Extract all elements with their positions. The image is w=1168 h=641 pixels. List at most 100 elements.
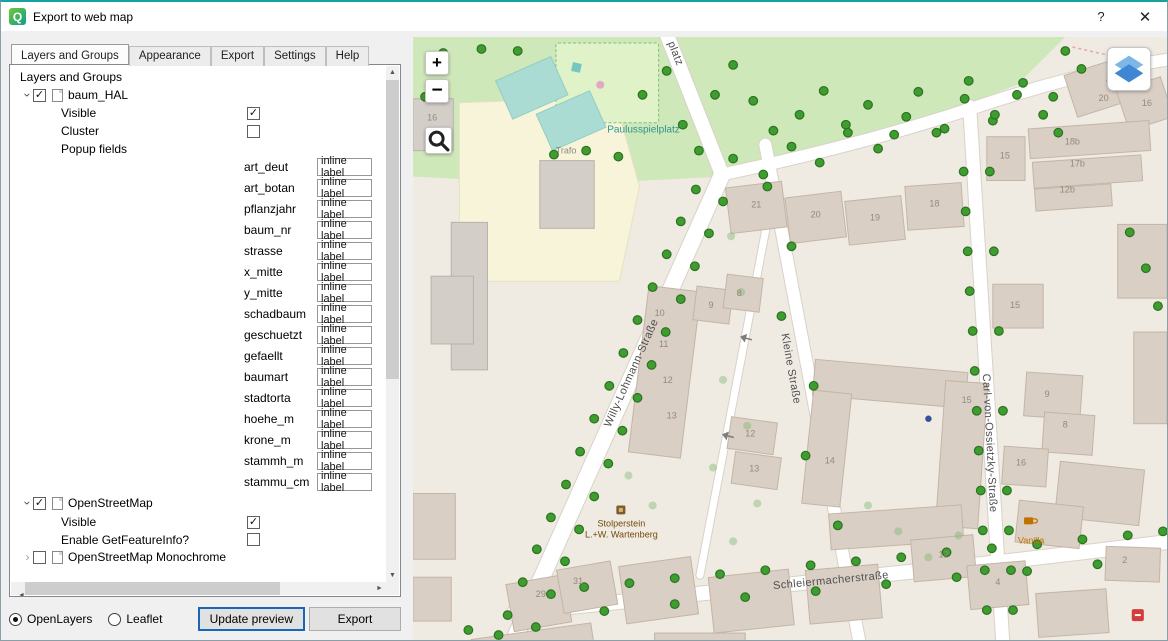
- popup-field-row: stammu_cminline label: [11, 472, 385, 493]
- house-number: 12: [938, 549, 948, 559]
- house-number: 15: [1010, 300, 1020, 310]
- popup-field-combo[interactable]: inline label: [317, 305, 372, 323]
- radio-openlayers[interactable]: OpenLayers: [9, 612, 92, 626]
- visible-checkbox[interactable]: [247, 107, 260, 120]
- radio-dot-icon[interactable]: [9, 613, 22, 626]
- map-preview-pane[interactable]: 162120191820161518b17b12b101112139812131…: [413, 37, 1167, 640]
- popup-field-combo[interactable]: inline label: [317, 452, 372, 470]
- getfeatureinfo-checkbox[interactable]: [247, 533, 260, 546]
- tree-marker: [561, 557, 570, 566]
- update-preview-button[interactable]: Update preview: [198, 607, 305, 631]
- tab-help[interactable]: Help: [326, 46, 370, 66]
- tree-marker: [864, 100, 873, 109]
- popup-field-combo[interactable]: inline label: [317, 473, 372, 491]
- title-bar: Q Export to web map ? ✕: [1, 2, 1167, 31]
- popup-field-name: pflanzjahr: [244, 202, 296, 216]
- layer-checkbox[interactable]: [33, 89, 46, 102]
- tree-marker: [691, 262, 700, 271]
- visible-checkbox[interactable]: [247, 516, 260, 529]
- layer-row-openstreetmap-monochrome[interactable]: › OpenStreetMap Monochrome: [11, 548, 385, 566]
- popup-field-combo[interactable]: inline label: [317, 158, 372, 176]
- tree-marker: [787, 242, 796, 251]
- tab-settings[interactable]: Settings: [264, 46, 326, 66]
- popup-field-combo[interactable]: inline label: [317, 200, 372, 218]
- tab-export[interactable]: Export: [211, 46, 264, 66]
- tab-layers-and-groups[interactable]: Layers and Groups: [11, 44, 129, 64]
- option-row-getfeatureinfo: Enable GetFeatureInfo?: [11, 531, 385, 548]
- scroll-up-arrow-icon[interactable]: ▲: [386, 66, 399, 79]
- popup-field-combo[interactable]: inline label: [317, 368, 372, 386]
- popup-field-row: pflanzjahr inline label: [11, 199, 385, 220]
- popup-field-combo[interactable]: inline label: [317, 179, 372, 197]
- house-number: 12: [663, 375, 673, 385]
- scroll-right-arrow-icon[interactable]: ►: [373, 582, 386, 595]
- layer-file-icon: [52, 551, 63, 564]
- popup-field-name: geschuetzt: [244, 328, 302, 342]
- house-number: 8: [1063, 420, 1068, 430]
- tree-marker-faded: [894, 527, 902, 535]
- house-number: 2: [1122, 555, 1127, 565]
- popup-field-row: art_deutinline label: [11, 157, 385, 178]
- layer-checkbox[interactable]: [33, 551, 46, 564]
- close-button[interactable]: ✕: [1123, 2, 1167, 31]
- popup-field-combo[interactable]: inline label: [317, 389, 372, 407]
- collapse-chevron-icon[interactable]: ›: [21, 498, 35, 509]
- tab-appearance[interactable]: Appearance: [129, 46, 211, 66]
- collapse-chevron-icon[interactable]: ›: [21, 90, 35, 101]
- tree-marker: [801, 451, 810, 460]
- tree-marker: [1007, 566, 1016, 575]
- house-number: 20: [811, 209, 821, 219]
- house-number: 9: [708, 300, 713, 310]
- expand-chevron-icon[interactable]: ›: [22, 550, 33, 564]
- popup-field-row: strasseinline label: [11, 241, 385, 262]
- tree-marker: [575, 525, 584, 534]
- popup-field-combo[interactable]: inline label: [317, 263, 372, 281]
- scroll-down-arrow-icon[interactable]: ▼: [386, 569, 399, 582]
- layer-name: OpenStreetMap Monochrome: [68, 550, 226, 564]
- layer-name: OpenStreetMap: [68, 496, 153, 510]
- export-button[interactable]: Export: [309, 607, 401, 631]
- popup-field-row: gefaelltinline label: [11, 346, 385, 367]
- tree-marker: [1005, 526, 1014, 535]
- help-button[interactable]: ?: [1079, 2, 1123, 31]
- layer-row-openstreetmap[interactable]: › OpenStreetMap: [11, 493, 385, 513]
- map-preview-svg[interactable]: 162120191820161518b17b12b101112139812131…: [413, 37, 1167, 640]
- shop-icon-glyph: [1135, 614, 1141, 616]
- tree-marker-faded: [729, 537, 737, 545]
- horizontal-scroll-thumb[interactable]: [25, 582, 280, 595]
- vertical-scrollbar[interactable]: ▲ ▼: [386, 66, 399, 582]
- house-number: 12b: [1060, 185, 1075, 195]
- tree-marker: [647, 361, 656, 370]
- popup-field-row: krone_minline label: [11, 430, 385, 451]
- layer-row-baum-hal[interactable]: › baum_HAL: [11, 86, 385, 104]
- popup-field-combo[interactable]: inline label: [317, 242, 372, 260]
- popup-field-combo[interactable]: inline label: [317, 410, 372, 428]
- cluster-checkbox[interactable]: [247, 125, 260, 138]
- house-number: 8: [737, 288, 742, 298]
- layer-checkbox[interactable]: [33, 497, 46, 510]
- horizontal-scrollbar[interactable]: ◄ ►: [11, 582, 386, 595]
- search-button[interactable]: [425, 127, 452, 154]
- house-number: 16: [427, 113, 437, 123]
- radio-dot-icon[interactable]: [108, 613, 121, 626]
- left-panel: Layers and GroupsAppearanceExportSetting…: [1, 31, 407, 640]
- popup-field-combo[interactable]: inline label: [317, 326, 372, 344]
- zoom-out-button[interactable]: −: [425, 79, 449, 103]
- tree-marker: [618, 426, 627, 435]
- zoom-in-button[interactable]: +: [425, 51, 449, 75]
- house-number: 18b: [1065, 137, 1080, 147]
- popup-field-name: x_mitte: [244, 265, 283, 279]
- layers-control-button[interactable]: [1107, 47, 1151, 91]
- popup-field-combo[interactable]: inline label: [317, 284, 372, 302]
- popup-field-combo[interactable]: inline label: [317, 221, 372, 239]
- option-row-cluster: Cluster: [11, 122, 385, 140]
- tree-marker: [676, 295, 685, 304]
- house-number: 12: [745, 429, 755, 439]
- popup-field-row: schadbauminline label: [11, 304, 385, 325]
- popup-field-combo[interactable]: inline label: [317, 431, 372, 449]
- popup-field-combo[interactable]: inline label: [317, 347, 372, 365]
- tree-marker: [961, 207, 970, 216]
- vertical-scroll-thumb[interactable]: [386, 80, 399, 379]
- radio-leaflet[interactable]: Leaflet: [108, 612, 162, 626]
- scroll-left-arrow-icon[interactable]: ◄: [11, 582, 24, 597]
